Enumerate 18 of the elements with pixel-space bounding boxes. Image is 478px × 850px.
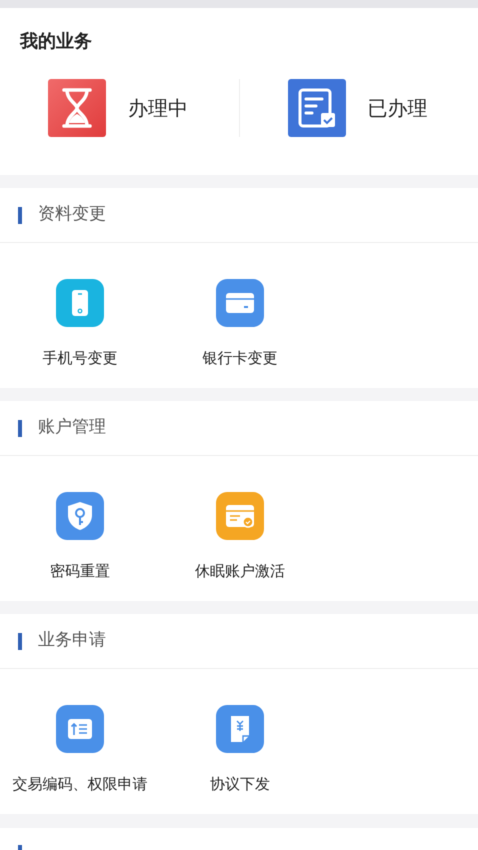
section-title: 账户管理 bbox=[38, 416, 106, 440]
service-item[interactable]: 手机号变更 bbox=[0, 279, 160, 370]
accent-bar bbox=[18, 420, 22, 436]
service-item[interactable]: 交易编码、权限申请 bbox=[0, 705, 160, 796]
accent-bar bbox=[18, 632, 22, 650]
status-link[interactable]: 办理中 bbox=[128, 93, 188, 123]
section-title: 我的业务 bbox=[18, 30, 92, 52]
hourglass-icon bbox=[48, 79, 106, 137]
section-title: 资料变更 bbox=[38, 203, 106, 226]
accent-bar bbox=[18, 206, 22, 224]
service-item[interactable]: 休眠账户激活 bbox=[160, 492, 320, 582]
service-item[interactable]: 协议下发 bbox=[160, 705, 320, 796]
service-item[interactable]: 密码重置 bbox=[0, 492, 160, 582]
accent-bar bbox=[18, 845, 22, 850]
service-item[interactable]: 银行卡变更 bbox=[160, 279, 320, 370]
section-title: 业务申请 bbox=[38, 629, 106, 652]
status-link[interactable]: 已办理 bbox=[368, 93, 428, 123]
document-check-icon bbox=[288, 79, 346, 137]
